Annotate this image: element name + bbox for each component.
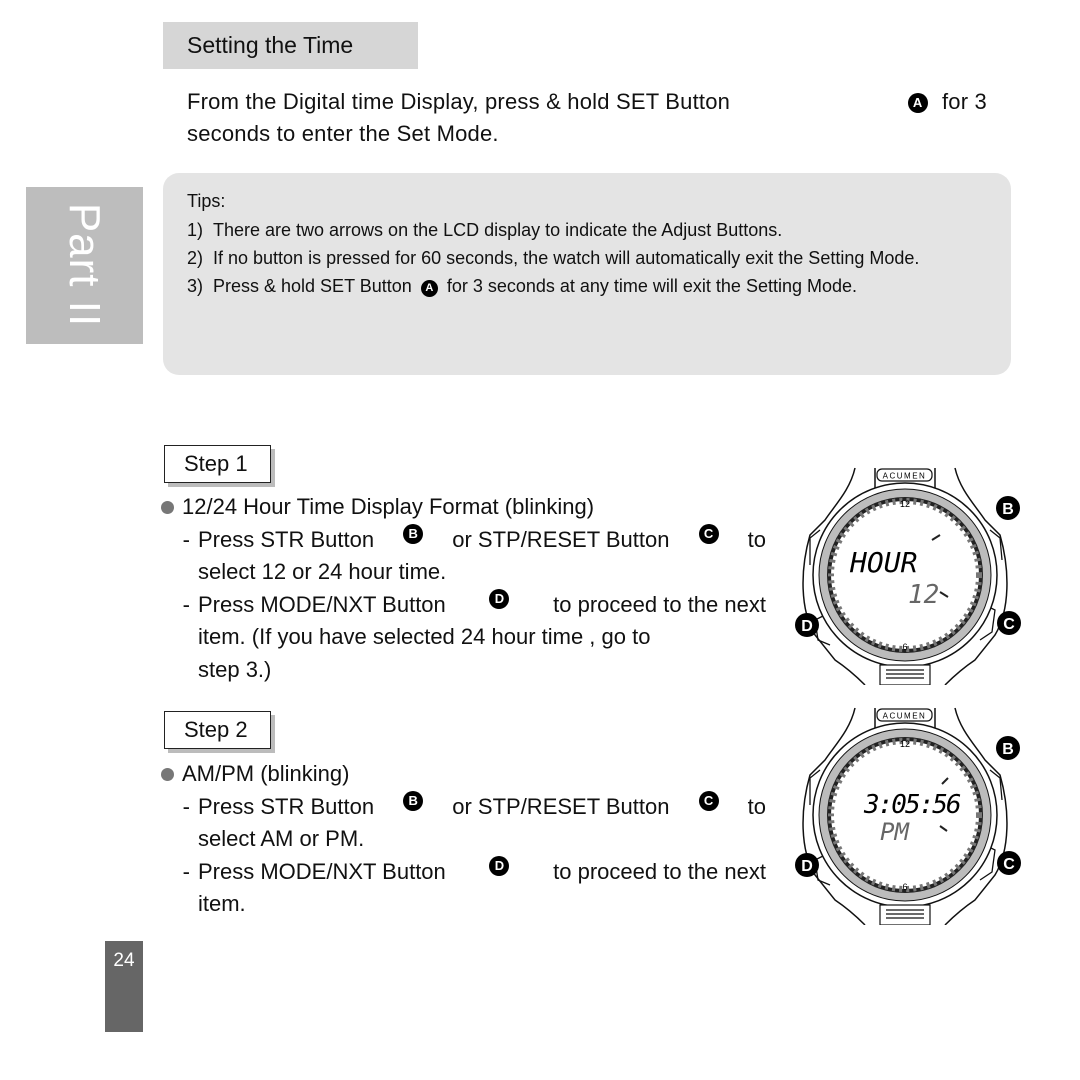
- tip-item: 3) Press & hold SET Button A for 3 secon…: [187, 276, 858, 297]
- intro-paragraph: From the Digital time Display, press & h…: [187, 86, 987, 150]
- step-heading: AM/PM (blinking): [182, 761, 350, 786]
- svg-text:12: 12: [900, 499, 910, 509]
- lcd-bottom-text: PM: [880, 818, 910, 846]
- button-d-icon: D: [489, 855, 510, 876]
- button-c-icon: C: [698, 523, 719, 544]
- intro-text: seconds to enter the Set Mode.: [187, 121, 499, 146]
- svg-text:B: B: [1002, 741, 1014, 758]
- tip-item: 1) There are two arrows on the LCD displ…: [187, 220, 783, 240]
- step-2-body: AM/PM (blinking) - Press STR Button B or…: [160, 758, 766, 921]
- svg-text:6: 6: [902, 642, 907, 652]
- bullet-icon: [161, 500, 174, 514]
- button-a-icon: A: [907, 92, 928, 113]
- part-label: Part II: [60, 202, 109, 328]
- lcd-bottom-text: 12: [908, 580, 939, 610]
- step-1-label: Step 1: [164, 445, 271, 483]
- lcd-top-text: HOUR: [849, 546, 917, 579]
- svg-text:6: 6: [902, 882, 907, 892]
- lcd-top-text: 3:05:56: [863, 790, 961, 820]
- watch-brand: ACUMEN: [883, 712, 927, 721]
- button-b-icon: B: [403, 790, 424, 811]
- page-number-tab: 24: [105, 941, 143, 1032]
- watch-illustration-step-1: ACUMEN 12 6 HOUR 12 B C D: [795, 467, 1021, 685]
- tip-item: 2) If no button is pressed for 60 second…: [187, 248, 920, 268]
- intro-text: for 3: [941, 89, 987, 114]
- step-2-label: Step 2: [164, 711, 271, 749]
- section-title: Setting the Time: [163, 22, 418, 69]
- watch-brand: ACUMEN: [883, 472, 927, 481]
- watch-illustration-step-2: ACUMEN 12 6 3:05:56 PM B C D: [795, 707, 1021, 925]
- tips-title: Tips:: [187, 191, 226, 211]
- tips-box: Tips: 1) There are two arrows on the LCD…: [163, 173, 1011, 375]
- svg-text:C: C: [1003, 856, 1015, 873]
- svg-text:12: 12: [900, 739, 910, 749]
- step-1-body: 12/24 Hour Time Display Format (blinking…: [160, 491, 766, 686]
- intro-text: From the Digital time Display, press & h…: [187, 89, 731, 114]
- button-b-icon: B: [403, 523, 424, 544]
- button-a-icon: A: [420, 280, 438, 297]
- part-tab: Part II: [26, 187, 143, 344]
- bullet-icon: [161, 767, 174, 781]
- svg-text:C: C: [1003, 616, 1015, 633]
- svg-text:D: D: [801, 618, 813, 635]
- page-number: 24: [113, 950, 135, 971]
- step-heading: 12/24 Hour Time Display Format (blinking…: [182, 494, 595, 519]
- button-d-icon: D: [489, 588, 510, 609]
- svg-text:B: B: [1002, 501, 1014, 518]
- svg-text:D: D: [801, 858, 813, 875]
- button-c-icon: C: [698, 790, 719, 811]
